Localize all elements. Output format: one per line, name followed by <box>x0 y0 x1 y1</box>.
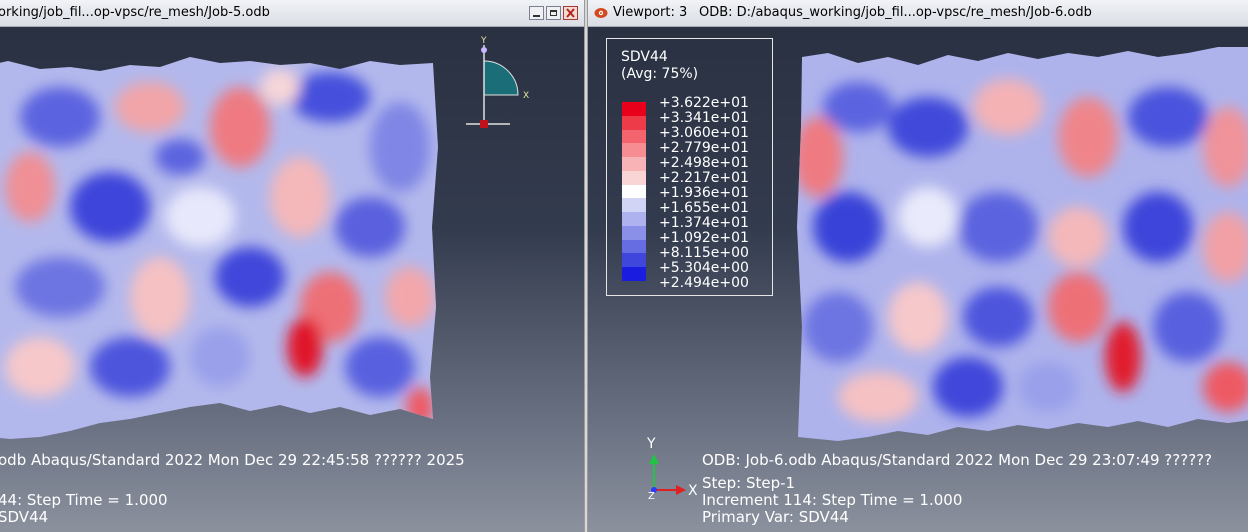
step-time-line: 44: Step Time = 1.000 <box>0 491 168 509</box>
primary-var-line: Primary Var: SDV44 <box>702 508 849 526</box>
odb-info-line: odb Abaqus/Standard 2022 Mon Dec 29 22:4… <box>0 451 465 469</box>
viewport-left[interactable]: orking/job_fil...op-vpsc/re_mesh/Job-5.o… <box>0 0 584 532</box>
close-button[interactable] <box>563 6 578 20</box>
viewport-label: Viewport: 3 <box>613 5 688 20</box>
restore-icon <box>550 10 557 16</box>
minimize-icon <box>533 15 540 17</box>
viewport-icon <box>594 8 608 18</box>
primary-var-line: SDV44 <box>0 508 49 526</box>
viewport-right-canvas[interactable]: SDV44 (Avg: 75%) +3.622e+01 +3.341e+01 +3.… <box>588 27 1248 532</box>
odb-path: ODB: D:/abaqus_working/job_fil...op-vpsc… <box>699 5 1092 20</box>
step-name: Step: Step-1 <box>702 474 796 492</box>
window-controls <box>529 6 578 20</box>
viewport-left-titlebar[interactable]: orking/job_fil...op-vpsc/re_mesh/Job-5.o… <box>0 0 584 27</box>
increment-line: Increment 114: Step Time = 1.000 <box>702 491 963 509</box>
minimize-button[interactable] <box>529 6 544 20</box>
triad-x-label: X <box>523 91 529 101</box>
csys-x-label: X <box>688 483 698 499</box>
viewport-right-titlebar[interactable]: Viewport: 3 ODB: D:/abaqus_working/job_f… <box>588 0 1248 27</box>
viewport-left-canvas[interactable]: Y X odb Abaqus/Standard 2022 Mon Dec 29 … <box>0 27 584 532</box>
restore-button[interactable] <box>546 6 561 20</box>
viewport-right[interactable]: Viewport: 3 ODB: D:/abaqus_working/job_f… <box>588 0 1248 532</box>
triad-y-label: Y <box>480 36 487 46</box>
odb-info-line: ODB: Job-6.odb Abaqus/Standard 2022 Mon … <box>702 451 1213 469</box>
close-icon <box>566 8 575 18</box>
view-triad: Y X <box>466 36 529 128</box>
csys-z-label: Z <box>648 491 655 502</box>
viewport-left-title: orking/job_fil...op-vpsc/re_mesh/Job-5.o… <box>0 5 270 20</box>
csys-y-label: Y <box>646 436 656 452</box>
